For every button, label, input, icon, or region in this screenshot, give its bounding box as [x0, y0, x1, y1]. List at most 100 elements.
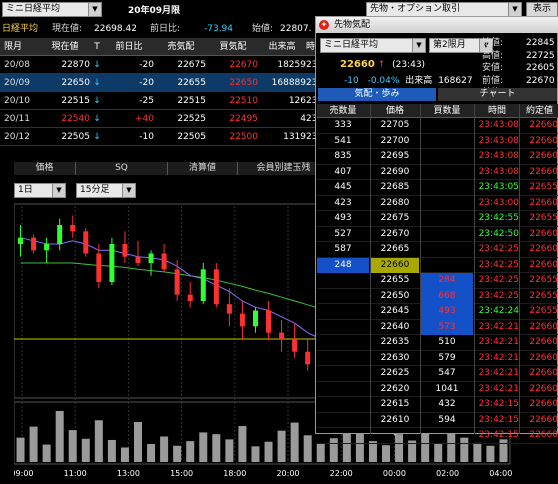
table-row[interactable]: 20/0822870↓-2022675226701825923:44	[0, 56, 340, 74]
board-row[interactable]: 22645 493 23:42:24 22655	[317, 304, 558, 320]
board-bid_qty: 493	[421, 304, 473, 320]
volume-bar	[382, 445, 390, 462]
board-row[interactable]: 22635 510 23:42:21 22660	[317, 335, 558, 351]
cell-volume: 126	[288, 96, 306, 106]
board-fill: 22660	[529, 135, 558, 146]
product-type-select[interactable]: 先物・オプション取引 ▼	[366, 2, 522, 17]
board-row[interactable]: - 23:42:15 22660	[317, 428, 558, 444]
table-row[interactable]: 20/1222505↓-102250522500131923:44	[0, 128, 340, 146]
volume-bar	[277, 430, 286, 462]
x-tick-label: 22:00	[330, 469, 353, 478]
board-row[interactable]: 22620 1041 23:42:21 22660	[317, 382, 558, 397]
board-row[interactable]: 835 22695 23:43:08 22660	[317, 149, 558, 165]
volume-bar	[368, 441, 377, 462]
col-time: 時間	[487, 106, 506, 116]
board-row[interactable]: 248 22660 23:42:25 22660	[317, 257, 558, 273]
board-row[interactable]: 445 22685 23:43:05 22655	[317, 180, 558, 196]
instrument-select[interactable]: ミニ日経平均 ▼	[2, 2, 102, 17]
candle-body	[122, 244, 128, 257]
board-row[interactable]: 407 22690 23:43:08 22660	[317, 165, 558, 180]
col-bid-qty: 買数量	[433, 106, 461, 116]
contract-value: 第2限月	[433, 40, 466, 50]
change-pct: -0.04%	[367, 76, 400, 86]
volume-bar	[199, 432, 208, 462]
contract-month-label: 20年09月限	[128, 6, 181, 16]
board-time: 23:42:24	[478, 306, 519, 316]
board-ask_qty: 541	[334, 135, 352, 146]
board-fill: 22660	[529, 259, 558, 270]
volume-bar	[16, 437, 25, 462]
interval-select[interactable]: 15分足 ▼	[76, 183, 136, 198]
volume-bar	[134, 421, 142, 462]
volume-value: 168627	[438, 76, 473, 86]
board-instrument-value: ミニ日経平均	[324, 40, 379, 50]
table-row[interactable]: 20/1022515↓-25225152251012623:44	[0, 92, 340, 110]
cell-change: -10	[139, 132, 154, 142]
board-bid_qty: 594	[438, 414, 456, 425]
board-time: 23:42:55	[478, 213, 519, 223]
candle-body	[44, 244, 50, 251]
board-time: 23:43:08	[478, 135, 519, 146]
board-instrument-select[interactable]: ミニ日経平均 ▼	[320, 38, 426, 53]
candle-body	[70, 225, 76, 232]
candle-body	[96, 253, 102, 282]
period-value: 1日	[18, 185, 33, 195]
board-row[interactable]: 22650 668 23:42:25 22655	[317, 288, 558, 304]
board-price: 22665	[380, 244, 410, 254]
tab-price[interactable]: 価格	[14, 162, 76, 175]
candle-body	[305, 351, 311, 365]
summary-value: 22845	[526, 38, 555, 48]
volume-bar	[186, 441, 195, 462]
board-row[interactable]: 541 22700 23:43:08 22660	[317, 134, 558, 149]
board-row[interactable]: 587 22665 23:42:25 22660	[317, 242, 558, 258]
board-price: 22670	[380, 228, 410, 239]
table-row[interactable]: 20/0922650↓-20226552265016888923:44	[0, 74, 340, 92]
col-ask-qty: 売数量	[329, 106, 357, 116]
board-fill: 22660	[529, 166, 558, 177]
board-row[interactable]: 527 22670 23:42:50 22660	[317, 227, 558, 242]
board-window-titlebar[interactable]: ✦ 先物気配	[316, 17, 558, 33]
label-prev: 前日比:	[150, 24, 181, 34]
board-row[interactable]: 22655 284 23:42:25 22655	[317, 273, 558, 289]
candle-body	[83, 231, 89, 254]
cell-ask: 22525	[177, 114, 206, 124]
cell-month: 20/09	[4, 78, 30, 88]
board-row[interactable]: 22615 432 23:42:15 22660	[317, 397, 558, 413]
candle-body	[213, 269, 219, 305]
board-bid_qty: 432	[438, 399, 456, 409]
board-time: 23:42:50	[478, 228, 519, 239]
divider	[474, 104, 475, 434]
cell-bid: 22670	[229, 60, 258, 70]
board-row[interactable]: 333 22705 23:43:08 22660	[317, 118, 558, 134]
board-row[interactable]: 22610 594 23:42:15 22660	[317, 413, 558, 428]
display-button[interactable]: 表示	[526, 2, 558, 17]
period-select[interactable]: 1日 ▼	[14, 183, 66, 198]
candle-body	[279, 332, 285, 339]
chevron-down-icon: ▼	[122, 184, 135, 197]
cell-tick: ↓	[93, 60, 101, 70]
volume-bar	[160, 436, 169, 462]
tab-chart[interactable]: チャート	[438, 88, 557, 101]
tab-settlement[interactable]: 清算値	[168, 162, 238, 175]
board-row[interactable]: 22640 573 23:42:21 22660	[317, 319, 558, 335]
volume-bar	[303, 435, 312, 462]
tab-quotes[interactable]: 気配・歩み	[318, 88, 436, 101]
summary-value: 22670	[526, 75, 555, 86]
tab-sq[interactable]: SQ	[76, 162, 168, 175]
board-row[interactable]: 22630 579 23:42:21 22660	[317, 351, 558, 366]
board-price: 22610	[380, 414, 410, 425]
board-row[interactable]: 423 22680 23:43:00 22660	[317, 196, 558, 211]
table-row[interactable]: 20/1122540↓+402252522495423:42	[0, 110, 340, 128]
board-row[interactable]: 22625 547 23:42:21 22660	[317, 366, 558, 382]
board-fill: 22660	[529, 321, 558, 332]
cell-ask: 22515	[177, 96, 206, 106]
board-ask_qty: 423	[334, 197, 352, 208]
volume-bar	[55, 410, 64, 462]
board-fill: 22660	[529, 197, 558, 208]
board-window: ✦ 先物気配 ミニ日経平均 ▼ 第2限月 ▼ 始値: 22845 高値: 22725 安…	[315, 16, 558, 444]
cell-bid: 22650	[229, 78, 258, 88]
board-fill: 22660	[529, 120, 558, 130]
up-arrow-icon: ↑	[377, 60, 386, 70]
board-price: 22655	[380, 275, 410, 285]
board-row[interactable]: 493 22675 23:42:55 22655	[317, 211, 558, 227]
